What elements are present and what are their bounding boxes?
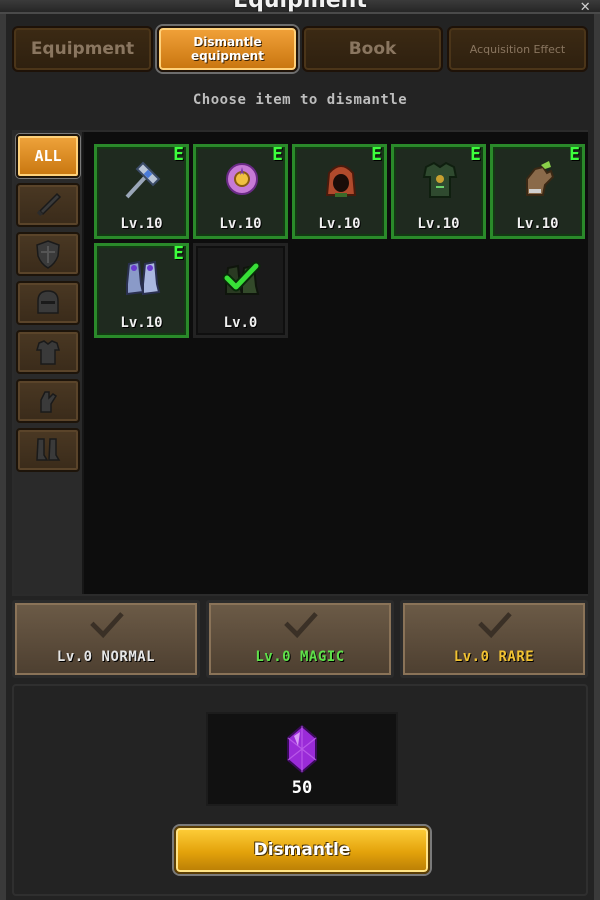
grade-normal-button[interactable]: Lv.0 NORMAL [12,600,200,678]
tab-acquisition-effect[interactable]: Acquisition Effect [447,26,588,72]
dismantle-button[interactable]: Dismantle [174,826,430,874]
boots-checked-icon [222,261,261,295]
purple-gem-icon [287,724,317,774]
check-icon [478,612,512,639]
grade-filter-row: Lv.0 NORMAL Lv.0 MAGIC Lv.0 RARE [12,600,588,680]
sword-icon [37,192,62,216]
chest-armor-icon [422,161,458,198]
item-slot-gauntlet[interactable]: E Lv.10 [490,144,585,239]
dismantle-panel: 50 Dismantle [12,684,588,896]
filter-all-button[interactable]: ALL [16,134,80,178]
filter-all-label: ALL [34,147,62,165]
grade-rare-button[interactable]: Lv.0 RARE [400,600,588,678]
equipped-badge: E [470,144,481,165]
item-slot-selected-boots[interactable]: Lv.0 [193,243,288,338]
filter-column: ALL [14,132,82,594]
item-level: Lv.10 [318,216,361,232]
armor-icon [36,340,60,365]
hood-icon [325,165,357,197]
item-level: Lv.10 [219,216,262,232]
gloves-icon [40,391,58,413]
grade-rare-label: Lv.0 RARE [453,649,535,665]
tab-equipment[interactable]: Equipment [12,26,153,72]
tab-bar: Equipment Dismantle equipment Book Acqui… [12,26,588,72]
check-icon [284,612,318,639]
filter-helmet-button[interactable] [16,281,80,325]
grade-magic-button[interactable]: Lv.0 MAGIC [206,600,394,678]
helmet-icon [37,290,59,314]
close-icon[interactable]: ✕ [580,0,590,12]
item-grid: E Lv.10 E Lv.10 E Lv.10 E Lv.10 E Lv.10 … [84,132,588,594]
item-panel: ALL E Lv.10 E Lv.10 E Lv.10 E Lv.10 E Lv… [12,130,588,596]
reward-box: 50 [206,712,398,806]
equipped-badge: E [569,144,580,165]
filter-armor-button[interactable] [16,330,80,374]
equipped-badge: E [173,243,184,264]
equipped-badge: E [371,144,382,165]
window-title: Equipment [233,0,367,13]
tab-dismantle-equipment[interactable]: Dismantle equipment [157,26,298,72]
equipped-badge: E [173,144,184,165]
hammer-icon [125,161,161,199]
item-slot-orb[interactable]: E Lv.10 [193,144,288,239]
item-level: Lv.10 [516,216,559,232]
instruction-text: Choose item to dismantle [192,92,408,108]
item-level: Lv.0 [223,315,258,331]
item-level: Lv.10 [417,216,460,232]
item-slot-chest-armor[interactable]: E Lv.10 [391,144,486,239]
item-slot-hood[interactable]: E Lv.10 [292,144,387,239]
check-icon [90,612,124,639]
equipped-badge: E [272,144,283,165]
filter-weapon-button[interactable] [16,183,80,227]
filter-gloves-button[interactable] [16,379,80,423]
boots-icon [126,260,161,296]
tab-book[interactable]: Book [302,26,443,72]
title-bar: Equipment ✕ [0,0,600,14]
filter-boots-button[interactable] [16,428,80,472]
shield-icon [36,240,60,269]
orb-icon [226,163,258,195]
item-level: Lv.10 [120,315,163,331]
item-slot-hammer[interactable]: E Lv.10 [94,144,189,239]
gauntlet-icon [526,161,555,196]
filter-shield-button[interactable] [16,232,80,276]
item-level: Lv.10 [120,216,163,232]
item-slot-boots[interactable]: E Lv.10 [94,243,189,338]
boots-icon [36,438,61,461]
grade-normal-label: Lv.0 NORMAL [56,649,156,665]
reward-count: 50 [291,778,313,798]
grade-magic-label: Lv.0 MAGIC [255,649,345,665]
